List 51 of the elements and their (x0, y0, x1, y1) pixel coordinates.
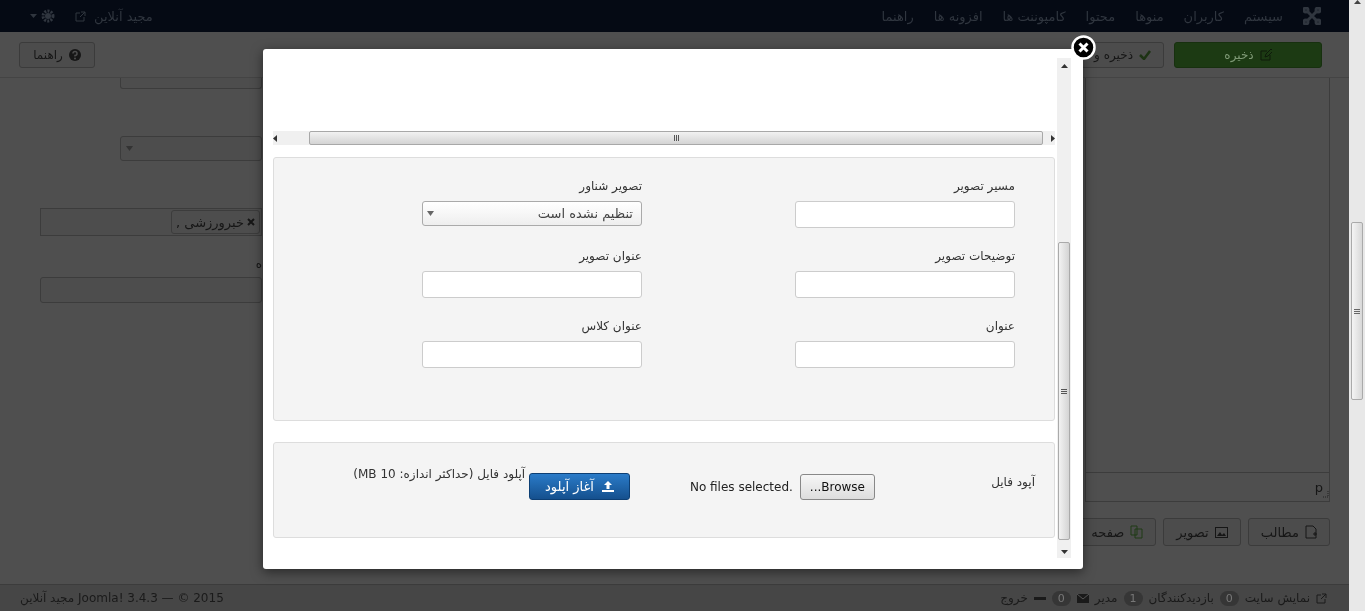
upload-icon (601, 481, 614, 492)
arrow-up-icon (1060, 64, 1068, 68)
arrow-left-icon (273, 134, 277, 142)
joomla-logo-icon (1303, 7, 1321, 25)
field-label: عنوان تصویر (577, 249, 642, 265)
input-field[interactable] (120, 78, 262, 89)
tag-label: خبرورزشی , (176, 214, 244, 230)
question-circle-icon (68, 48, 81, 61)
editor-area[interactable]: p (1085, 78, 1330, 502)
scrollbar[interactable] (1349, 0, 1365, 611)
field-label: مسیر تصویر (952, 179, 1015, 195)
start-upload-button[interactable]: آغاز آپلود (529, 473, 630, 500)
save-button[interactable]: ذخیره (1174, 41, 1322, 68)
count-badge: 0 (1219, 590, 1239, 606)
caret-down-icon (427, 211, 434, 216)
horizontal-scrollbar[interactable] (273, 131, 1055, 145)
upload-hint: آپلود فایل (حداکثر اندازه: 10 MB) (353, 467, 526, 481)
caret-down-icon (30, 14, 37, 18)
arrow-down-icon (1060, 550, 1068, 554)
arrow-right-icon (1051, 134, 1055, 142)
input-field[interactable] (40, 277, 262, 303)
check-icon (1139, 49, 1151, 60)
grip-icon (1354, 308, 1360, 314)
external-link-icon (75, 10, 86, 22)
field-label: آپود فایل (990, 475, 1035, 489)
field-label: تصویر شناور (577, 179, 642, 195)
grip-icon (673, 135, 679, 141)
copy-icon (1130, 525, 1144, 539)
field-label: عنوان کلاس (580, 319, 642, 335)
gear-icon (41, 9, 55, 23)
count-badge: 1 (1123, 590, 1143, 606)
file-status: No files selected. (689, 480, 793, 494)
remove-icon (247, 218, 255, 226)
edit-icon (1259, 48, 1272, 61)
field-label: عنوان (984, 319, 1015, 335)
browse-button[interactable]: ...Browse (799, 474, 875, 500)
document-plus-icon (1305, 525, 1317, 539)
minus-icon (1033, 596, 1046, 600)
grip-icon (1061, 388, 1067, 394)
count-badge: 0 (1051, 590, 1071, 606)
element-path: p (1314, 479, 1323, 495)
envelope-icon (1076, 593, 1089, 603)
arrow-up-icon (1353, 0, 1361, 4)
image-icon (1214, 526, 1228, 538)
tags-field[interactable]: خبرورزشی , (40, 208, 262, 236)
field-label: توضیحات تصویر (933, 249, 1015, 265)
caret-down-icon (126, 146, 133, 151)
select-field[interactable] (120, 136, 262, 161)
external-link-icon (1316, 592, 1327, 604)
select-field[interactable]: تنظیم نشده است (422, 201, 642, 226)
vertical-scrollbar[interactable] (1057, 58, 1071, 558)
